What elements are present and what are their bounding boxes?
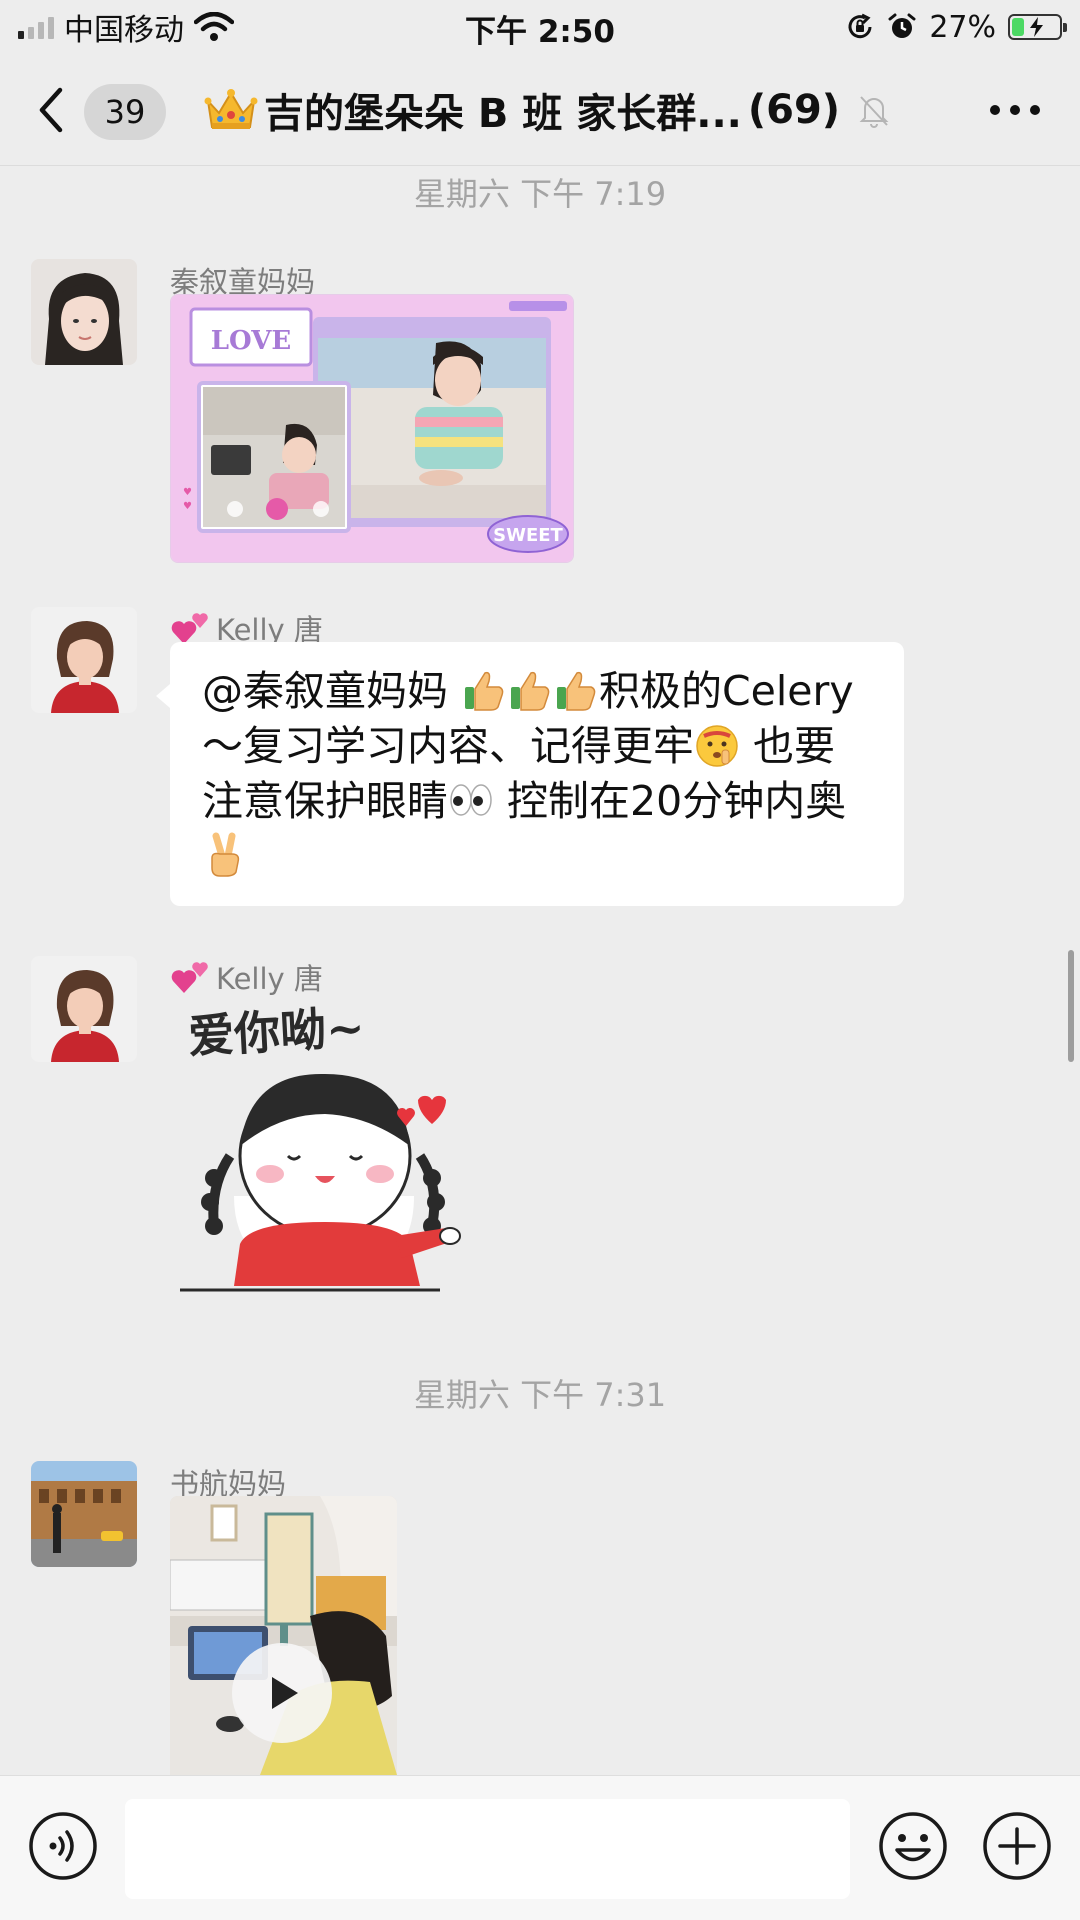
- avatar[interactable]: [31, 956, 137, 1062]
- play-icon[interactable]: [232, 1643, 332, 1743]
- message-timestamp: 星期六 下午 7:31: [413, 1376, 667, 1414]
- svg-text:♥: ♥: [183, 501, 192, 512]
- scrollbar[interactable]: [1068, 950, 1074, 1062]
- avatar[interactable]: [31, 259, 137, 365]
- wechat-group-chat-screen: 中国移动 下午 2:50 27% 39 吉的堡朵朵 B 班 家长群... (69…: [0, 0, 1080, 1920]
- unread-count-badge[interactable]: 39: [84, 84, 166, 140]
- mute-bell-icon: [859, 96, 889, 128]
- battery-icon: [1008, 14, 1067, 40]
- back-icon[interactable]: [30, 82, 74, 138]
- mention-text: @秦叙童妈妈: [202, 667, 462, 715]
- two-hearts-icon: [171, 613, 208, 644]
- input-bar: [0, 1775, 1080, 1920]
- chat-title-area[interactable]: 吉的堡朵朵 B 班 家长群... (69): [204, 80, 892, 140]
- charging-bolt-icon: [1030, 17, 1043, 37]
- svg-text:♥: ♥: [183, 487, 192, 498]
- eyes-icon: [450, 784, 492, 816]
- chat-header: 39 吉的堡朵朵 B 班 家长群... (69): [0, 54, 1080, 166]
- alarm-icon: [888, 13, 916, 38]
- more-icon[interactable]: [990, 96, 1040, 124]
- orientation-lock-icon: [848, 13, 872, 39]
- thumbs-up-icon: [465, 671, 504, 711]
- status-bar: 中国移动 下午 2:50 27%: [0, 0, 1080, 54]
- sticker[interactable]: 爱你呦~: [170, 996, 470, 1296]
- crown-icon: [204, 89, 258, 129]
- message-timestamp: 星期六 下午 7:19: [413, 175, 667, 213]
- message-list[interactable]: 星期六 下午 7:19 秦叙童妈妈 LOVE ♥ ♥ SWEET Kelly 唐…: [0, 167, 1080, 1775]
- emoji-icon[interactable]: [878, 1811, 948, 1881]
- shared-photo[interactable]: LOVE ♥ ♥ SWEET: [170, 294, 574, 563]
- message-bubble[interactable]: @秦叙童妈妈 积极的Celery～复习学习内容、记得更牢 也要注意保护眼睛 控制…: [156, 642, 904, 906]
- thumbs-up-icon: [557, 671, 596, 711]
- shushing-face-icon: [696, 725, 738, 767]
- two-hearts-icon: [171, 962, 208, 993]
- svg-text:SWEET: SWEET: [493, 525, 563, 546]
- message-input[interactable]: [125, 1799, 850, 1899]
- plus-icon[interactable]: [982, 1811, 1052, 1881]
- video-message[interactable]: [170, 1496, 397, 1775]
- avatar[interactable]: [31, 1461, 137, 1567]
- message-text: 控制在20分钟内奥: [494, 777, 847, 825]
- voice-icon[interactable]: [28, 1811, 98, 1881]
- chat-title: 吉的堡朵朵 B 班 家长群...: [264, 91, 742, 137]
- battery-fill: [1012, 18, 1024, 36]
- victory-hand-icon: [211, 832, 240, 877]
- avatar[interactable]: [31, 607, 137, 713]
- sender-name: Kelly 唐: [216, 962, 323, 996]
- battery-percent: 27%: [929, 9, 996, 45]
- thumbs-up-icon: [511, 671, 550, 711]
- member-count: (69): [747, 87, 841, 133]
- svg-text:LOVE: LOVE: [211, 326, 291, 356]
